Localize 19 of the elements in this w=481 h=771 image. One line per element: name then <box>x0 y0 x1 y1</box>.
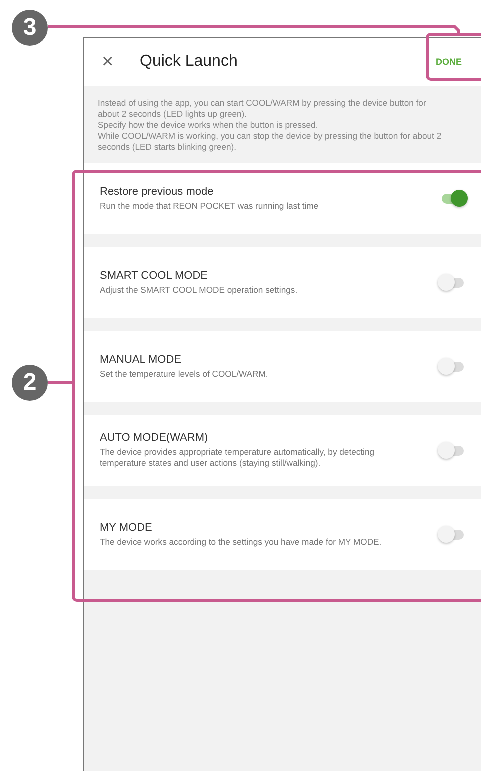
callout-number: 3 <box>12 10 48 46</box>
mode-title: Restore previous mode <box>100 186 215 198</box>
mode-description: Adjust the SMART COOL MODE operation settings. <box>100 284 299 296</box>
close-button[interactable]: × <box>98 50 118 74</box>
intro-text: Instead of using the app, you can start COOL/WARM by pressing the device button for about 2 seconds (LED lights up green). <box>98 98 428 120</box>
mode-title: SMART COOL MODE <box>100 270 209 282</box>
mode-description: Run the mode that REON POCKET was running last time <box>100 200 320 212</box>
intro-text: Specify how the device works when the button is pressed. <box>98 120 320 131</box>
mode-title: MY MODE <box>100 522 154 534</box>
mode-title: MANUAL MODE <box>100 354 182 366</box>
mode-description: The device provides appropriate temperature automatically, by detecting temperature states and user actions (staying still/walking). <box>100 447 376 469</box>
callout-number: 2 <box>12 365 48 401</box>
mode-description: The device works according to the settings you have made for MY MODE. <box>100 536 383 548</box>
screen-title: Quick Launch <box>140 53 239 71</box>
intro-text: While COOL/WARM is working, you can stop the device by pressing the button for about 2 seconds (LED starts blinking green). <box>98 131 443 153</box>
mode-description: Set the temperature levels of COOL/WARM. <box>100 368 270 380</box>
mode-title: AUTO MODE(WARM) <box>100 432 210 444</box>
leader-line <box>48 382 72 384</box>
highlight-frame <box>426 33 481 81</box>
